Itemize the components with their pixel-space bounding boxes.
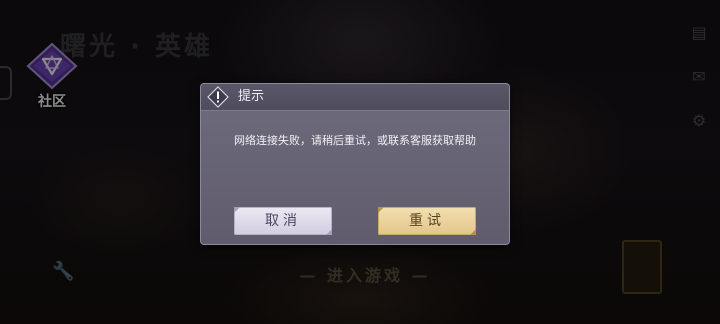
dialog-message: 网络连接失败，请稍后重试，或联系客服获取帮助 [234, 134, 476, 147]
button-corner-ornament [326, 229, 332, 235]
alert-diamond-icon [207, 86, 229, 108]
button-corner-ornament [234, 207, 240, 213]
dialog-header: 提示 [201, 84, 509, 111]
cancel-button[interactable]: 取消 [234, 207, 332, 235]
network-error-dialog: 提示 网络连接失败，请稍后重试，或联系客服获取帮助 取消 重试 [200, 83, 510, 245]
retry-button[interactable]: 重试 [378, 207, 476, 235]
button-corner-ornament [470, 229, 476, 235]
dialog-title: 提示 [238, 89, 265, 104]
button-corner-ornament [378, 207, 384, 213]
